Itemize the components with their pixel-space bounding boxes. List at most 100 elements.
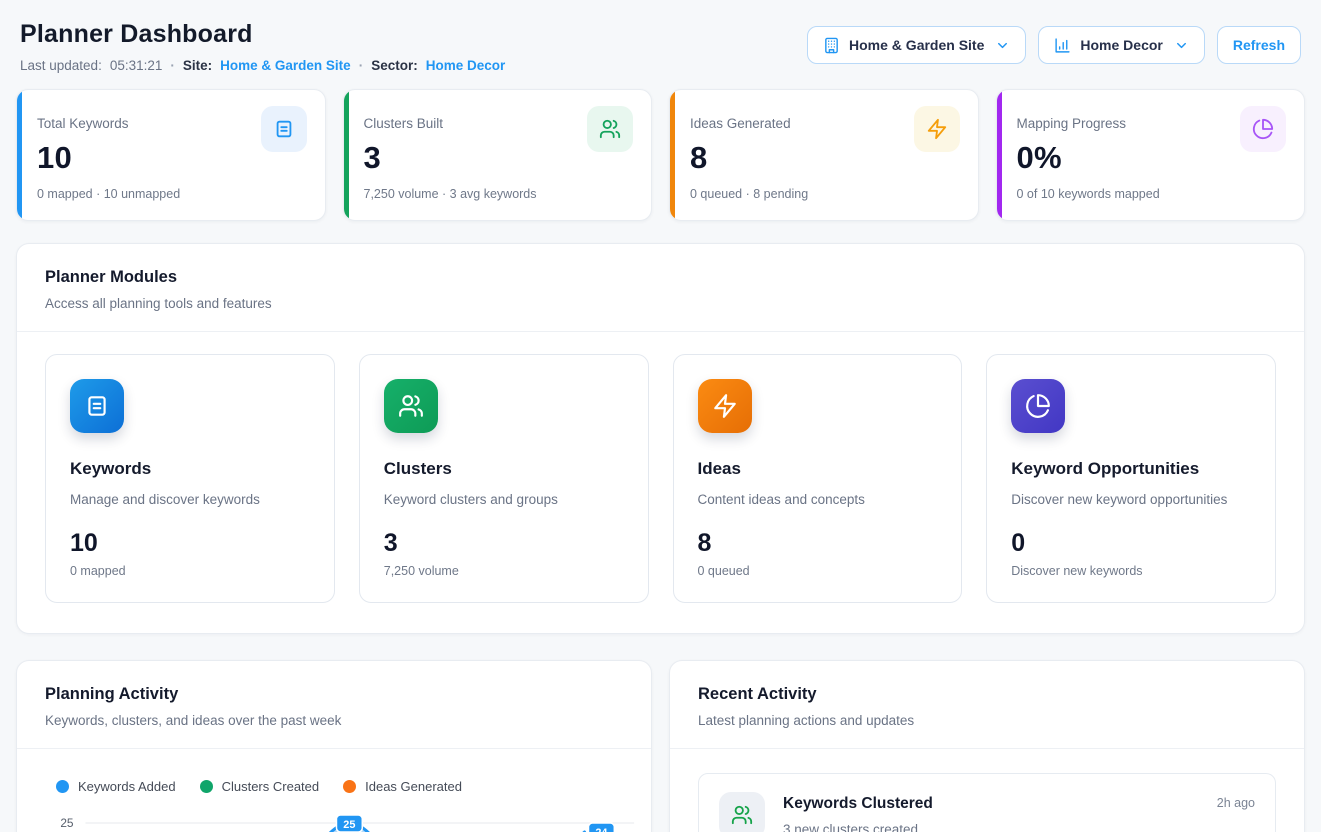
chevron-down-icon [995, 38, 1010, 53]
planning-activity-header: Planning Activity Keywords, clusters, an… [17, 661, 651, 748]
chart-legend: Keywords Added Clusters Created Ideas Ge… [17, 779, 501, 794]
pie-chart-icon [1240, 106, 1286, 152]
module-substat: 0 mapped [70, 564, 310, 578]
meta-separator: · [359, 58, 364, 73]
module-description: Discover new keyword opportunities [1011, 492, 1251, 507]
modules-panel-title: Planner Modules [45, 268, 1276, 287]
pie-chart-icon [1011, 379, 1065, 433]
bar-chart-icon [1054, 37, 1071, 54]
site-selector-dropdown[interactable]: Home & Garden Site [807, 26, 1026, 64]
planner-dashboard-page: Planner Dashboard Last updated: 05:31:21… [0, 0, 1321, 832]
last-updated-value: 05:31:21 [110, 58, 163, 73]
site-label: Site: [183, 58, 212, 73]
stat-subtext: 7,250 volume · 3 avg keywords [364, 187, 632, 201]
module-stat: 10 [70, 529, 310, 558]
module-stat: 0 [1011, 529, 1251, 558]
module-substat: Discover new keywords [1011, 564, 1251, 578]
legend-dot [200, 780, 213, 793]
svg-text:25: 25 [343, 819, 355, 831]
users-icon [587, 106, 633, 152]
planning-activity-chart: 25 25 24 [17, 804, 651, 832]
module-card-ideas[interactable]: Ideas Content ideas and concepts 8 0 que… [673, 354, 963, 603]
sector-selector-label: Home Decor [1080, 37, 1162, 53]
building-icon [823, 37, 840, 54]
stat-subtext: 0 of 10 keywords mapped [1017, 187, 1285, 201]
users-icon [719, 792, 765, 832]
activity-item-title: Keywords Clustered [783, 795, 933, 813]
activity-item-texts: Keywords Clustered 3 new clusters create… [783, 792, 933, 832]
legend-item-keywords-added[interactable]: Keywords Added [56, 779, 176, 794]
refresh-button[interactable]: Refresh [1217, 26, 1301, 64]
data-label-24: 24 [588, 823, 614, 832]
stat-card-total-keywords: Total Keywords 10 0 mapped · 10 unmapped [16, 89, 326, 221]
recent-activity-panel: Recent Activity Latest planning actions … [669, 660, 1305, 832]
planning-activity-subtitle: Keywords, clusters, and ideas over the p… [45, 713, 623, 728]
y-axis-tick: 25 [60, 816, 74, 830]
module-stat: 3 [384, 529, 624, 558]
site-link[interactable]: Home & Garden Site [220, 58, 351, 73]
accent-bar [344, 90, 349, 220]
legend-dot [343, 780, 356, 793]
module-substat: 7,250 volume [384, 564, 624, 578]
recent-activity-header: Recent Activity Latest planning actions … [670, 661, 1304, 748]
module-title: Keyword Opportunities [1011, 459, 1251, 479]
accent-bar [670, 90, 675, 220]
planner-modules-panel: Planner Modules Access all planning tool… [16, 243, 1305, 634]
activity-item-time: 2h ago [1217, 796, 1255, 810]
header-controls: Home & Garden Site Home Decor Refresh [807, 26, 1301, 64]
meta-separator: · [170, 58, 175, 73]
module-card-keywords[interactable]: Keywords Manage and discover keywords 10… [45, 354, 335, 603]
stat-card-clusters-built: Clusters Built 3 7,250 volume · 3 avg ke… [343, 89, 653, 221]
stat-card-ideas-generated: Ideas Generated 8 0 queued · 8 pending [669, 89, 979, 221]
legend-item-clusters-created[interactable]: Clusters Created [200, 779, 320, 794]
module-card-clusters[interactable]: Clusters Keyword clusters and groups 3 7… [359, 354, 649, 603]
document-icon [70, 379, 124, 433]
planning-activity-title: Planning Activity [45, 685, 623, 704]
sector-selector-dropdown[interactable]: Home Decor [1038, 26, 1204, 64]
module-description: Content ideas and concepts [698, 492, 938, 507]
module-title: Ideas [698, 459, 938, 479]
legend-label: Ideas Generated [365, 779, 462, 794]
module-substat: 0 queued [698, 564, 938, 578]
accent-bar [17, 90, 22, 220]
sector-label: Sector: [371, 58, 418, 73]
page-header: Planner Dashboard Last updated: 05:31:21… [16, 20, 1305, 73]
modules-panel-subtitle: Access all planning tools and features [45, 296, 1276, 311]
modules-grid: Keywords Manage and discover keywords 10… [17, 332, 1304, 633]
activity-item-description: 3 new clusters created [783, 822, 933, 832]
module-description: Manage and discover keywords [70, 492, 310, 507]
module-description: Keyword clusters and groups [384, 492, 624, 507]
planning-activity-panel: Planning Activity Keywords, clusters, an… [16, 660, 652, 832]
legend-item-ideas-generated[interactable]: Ideas Generated [343, 779, 462, 794]
sector-link[interactable]: Home Decor [426, 58, 506, 73]
last-updated-label: Last updated: [20, 58, 102, 73]
modules-panel-header: Planner Modules Access all planning tool… [17, 244, 1304, 331]
bolt-icon [914, 106, 960, 152]
bolt-icon [698, 379, 752, 433]
chevron-down-icon [1174, 38, 1189, 53]
module-stat: 8 [698, 529, 938, 558]
header-meta: Last updated: 05:31:21 · Site: Home & Ga… [20, 58, 505, 73]
module-card-keyword-opportunities[interactable]: Keyword Opportunities Discover new keywo… [986, 354, 1276, 603]
recent-activity-title: Recent Activity [698, 685, 1276, 704]
module-title: Keywords [70, 459, 310, 479]
recent-activity-subtitle: Latest planning actions and updates [698, 713, 1276, 728]
document-icon [261, 106, 307, 152]
bottom-row: Planning Activity Keywords, clusters, an… [16, 660, 1305, 832]
legend-label: Clusters Created [222, 779, 320, 794]
recent-activity-list: Keywords Clustered 3 new clusters create… [670, 749, 1304, 832]
page-title: Planner Dashboard [20, 20, 505, 49]
stat-card-mapping-progress: Mapping Progress 0% 0 of 10 keywords map… [996, 89, 1306, 221]
module-title: Clusters [384, 459, 624, 479]
header-titles: Planner Dashboard Last updated: 05:31:21… [20, 20, 505, 73]
data-label-25: 25 [336, 815, 362, 832]
stats-row: Total Keywords 10 0 mapped · 10 unmapped… [16, 89, 1305, 221]
svg-text:24: 24 [595, 827, 608, 832]
site-selector-label: Home & Garden Site [849, 37, 984, 53]
legend-label: Keywords Added [78, 779, 176, 794]
stat-subtext: 0 queued · 8 pending [690, 187, 958, 201]
divider [17, 748, 651, 749]
accent-bar [997, 90, 1002, 220]
users-icon [384, 379, 438, 433]
activity-item-keywords-clustered: Keywords Clustered 3 new clusters create… [698, 773, 1276, 832]
